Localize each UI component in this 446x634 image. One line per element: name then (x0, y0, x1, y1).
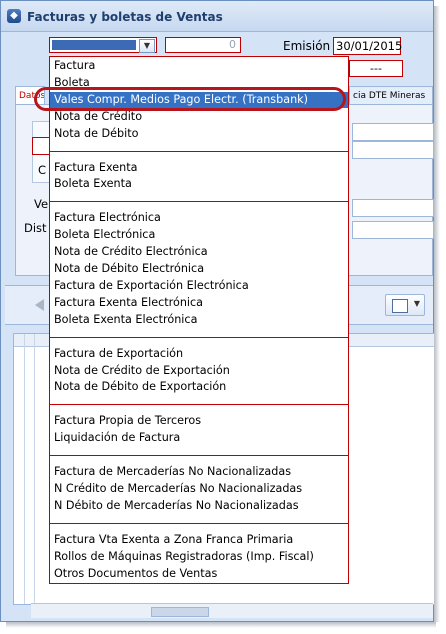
panel-label-c: C (38, 163, 47, 177)
dropdown-option[interactable]: Liquidación de Factura (54, 430, 180, 446)
back-arrow-icon[interactable] (35, 299, 44, 311)
dropdown-option[interactable]: Factura de Exportación (54, 346, 183, 362)
dropdown-option[interactable]: Nota de Débito (54, 126, 139, 142)
dropdown-option[interactable]: Factura Exenta (54, 160, 137, 176)
sales-window: ◆ Facturas y boletas de Ventas ▼ 0 Emisi… (0, 0, 435, 622)
dropdown-option[interactable]: Otros Documentos de Ventas (54, 566, 217, 582)
horizontal-scrollbar[interactable] (31, 603, 433, 618)
dropdown-option[interactable]: N Crédito de Mercaderías No Nacionalizad… (54, 481, 302, 497)
dropdown-separator (50, 455, 348, 457)
dropdown-option[interactable]: Factura Exenta Electrónica (54, 295, 203, 311)
dropdown-option[interactable]: Nota de Crédito de Exportación (54, 363, 230, 379)
panel-label-ve: Ve (34, 197, 49, 211)
scrollbar-thumb[interactable] (151, 607, 209, 617)
panel-field[interactable] (352, 221, 434, 239)
app-icon: ◆ (7, 9, 21, 23)
dropdown-separator (50, 522, 348, 524)
document-type-dropdown-list[interactable]: Factura Boleta Vales Compr. Medios Pago El… (49, 56, 349, 584)
aux-field[interactable]: --- (349, 60, 403, 77)
dropdown-option[interactable]: Nota de Débito Electrónica (54, 261, 204, 277)
dropdown-option[interactable]: Factura Vta Exenta a Zona Franca Primari… (54, 532, 293, 548)
dropdown-option[interactable]: Nota de Crédito (54, 109, 142, 125)
dropdown-option[interactable]: Factura (54, 58, 95, 74)
window-title: Facturas y boletas de Ventas (27, 10, 223, 24)
window-shadow (434, 6, 440, 622)
dropdown-option[interactable]: Boleta Electrónica (54, 227, 155, 243)
highlight-annotation (34, 87, 346, 111)
dropdown-option[interactable]: Factura de Mercaderías No Nacionalizadas (54, 464, 291, 480)
panel-field[interactable] (352, 141, 434, 159)
chevron-down-icon[interactable]: ▼ (414, 299, 420, 308)
emision-label: Emisión (283, 39, 331, 53)
dropdown-option[interactable]: Factura de Exportación Electrónica (54, 278, 249, 294)
document-type-selection (52, 40, 136, 50)
document-type-combo[interactable]: ▼ (49, 37, 157, 53)
panel-field[interactable] (352, 199, 434, 217)
dropdown-separator (50, 150, 348, 152)
document-number-field[interactable]: 0 (165, 37, 241, 53)
dropdown-option[interactable]: Factura Electrónica (54, 210, 161, 226)
tab-dte-mineras[interactable]: cia DTE Mineras (349, 86, 433, 104)
dropdown-separator (50, 201, 348, 203)
grid-column-line (34, 334, 35, 604)
window-shadow (6, 622, 436, 628)
panel-field[interactable] (352, 123, 434, 141)
grid-column-line (24, 334, 25, 604)
export-icon (392, 299, 408, 313)
title-bar[interactable]: ◆ Facturas y boletas de Ventas (1, 1, 433, 32)
chevron-down-icon[interactable]: ▼ (139, 39, 155, 53)
emision-date-field[interactable]: 30/01/2015 (333, 37, 402, 55)
dropdown-option[interactable]: Nota de Débito de Exportación (54, 379, 226, 395)
dropdown-option[interactable]: Boleta Exenta (54, 176, 132, 192)
dropdown-option[interactable]: Rollos de Máquinas Registradoras (Imp. F… (54, 549, 314, 565)
dropdown-option[interactable]: Boleta Exenta Electrónica (54, 312, 197, 328)
export-button[interactable]: ▼ (385, 294, 425, 316)
dropdown-option[interactable]: Factura Propia de Terceros (54, 413, 201, 429)
dropdown-option[interactable]: Nota de Crédito Electrónica (54, 244, 208, 260)
dropdown-separator (50, 404, 348, 406)
panel-label-dist: Dist (24, 221, 47, 235)
dropdown-separator (50, 336, 348, 338)
dropdown-option[interactable]: N Débito de Mercaderías No Nacionalizada… (54, 498, 299, 514)
